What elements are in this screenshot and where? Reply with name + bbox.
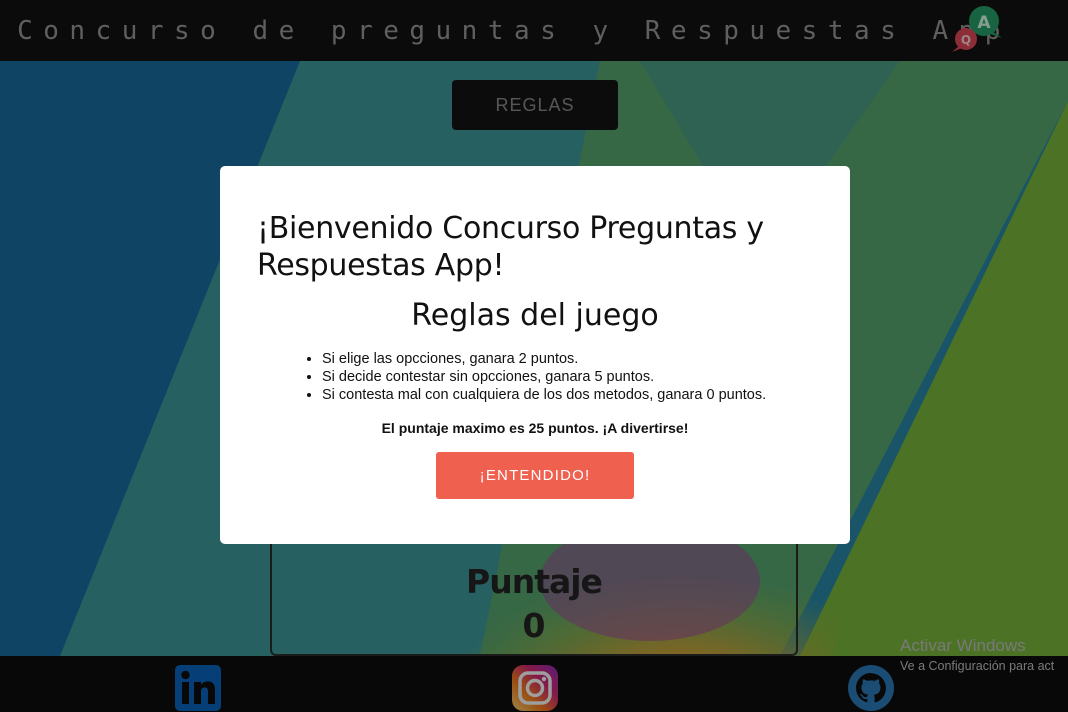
modal-title: ¡Bienvenido Concurso Preguntas y Respues… xyxy=(257,211,764,283)
rule-item: Si contesta mal con cualquiera de los do… xyxy=(322,386,766,404)
max-score-text: El puntaje maximo es 25 puntos. ¡A diver… xyxy=(381,420,689,436)
rule-item: Si elige las opcciones, ganara 2 puntos. xyxy=(322,350,766,368)
rules-list: Si elige las opcciones, ganara 2 puntos.… xyxy=(308,350,766,404)
welcome-modal: ¡Bienvenido Concurso Preguntas y Respues… xyxy=(220,166,850,544)
modal-subtitle: Reglas del juego xyxy=(411,298,659,333)
rule-item: Si decide contestar sin opcciones, ganar… xyxy=(322,368,766,386)
understood-button[interactable]: ¡ENTENDIDO! xyxy=(436,452,634,499)
app-root: Concurso de preguntas y Respuestas App A… xyxy=(0,0,1068,712)
